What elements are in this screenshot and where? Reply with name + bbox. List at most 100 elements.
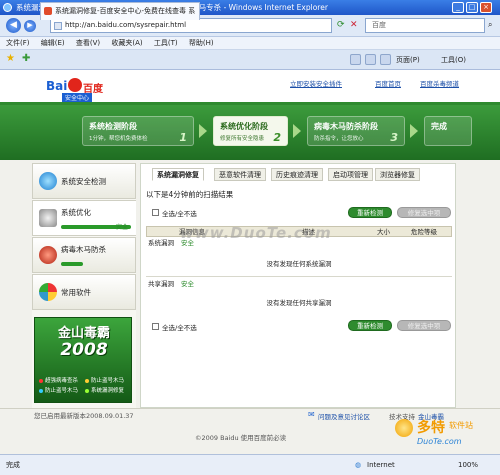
sidebar-item-detect[interactable]: 系统安全检测 <box>32 163 136 199</box>
chat-icon: ✉ <box>308 410 315 419</box>
banner-feature: 防止盗号木马 <box>45 388 79 394</box>
sidebar-item-label: 系统优化 <box>61 208 91 217</box>
baidu-favicon <box>44 7 52 15</box>
step-title: 系统优化阶段 <box>220 122 268 131</box>
address-url: http://an.baidu.com/sysrepair.html <box>65 21 187 29</box>
add-favorite-icon[interactable]: ✚ <box>22 53 30 64</box>
menu-help[interactable]: 帮助(H) <box>189 39 214 47</box>
tab-current[interactable]: 系统漏洞修复-百度安全中心-免费在线查毒 系 <box>40 2 200 20</box>
sidebar-item-antivirus[interactable]: 病毒木马防杀 <box>32 237 136 273</box>
dot-icon <box>85 388 89 393</box>
status-text: 完成 <box>6 461 20 469</box>
close-button[interactable]: × <box>480 2 492 13</box>
step-antivirus: 病毒木马防杀阶段 防杀指令，让您放心 3 <box>307 116 405 146</box>
baidu-logo[interactable]: Bai 百度 安全中心 <box>46 78 106 102</box>
forward-button[interactable]: ▶ <box>24 20 36 32</box>
software-icon <box>39 283 57 301</box>
paw-icon <box>68 78 82 92</box>
duote-name: 多特 <box>417 420 445 436</box>
duote-logo: 多特 软件站 DuoTe.com <box>395 417 500 455</box>
stop-icon[interactable]: ✕ <box>350 20 358 30</box>
step-number: 3 <box>390 131 398 144</box>
install-plugin-link[interactable]: 立即安装安全插件 <box>290 78 342 88</box>
fix-selected-button[interactable]: 修复选中项 <box>397 320 451 331</box>
step-sub: 1分钟，帮您机免费体检 <box>89 136 148 142</box>
dot-icon <box>39 378 43 383</box>
banner-title: 金山毒霸 <box>57 326 110 341</box>
kingsoft-antivirus-banner[interactable]: 金山毒霸 2008 超强病毒查杀 防止盗号木马 防止盗号木马 系统漏洞修复 <box>34 317 132 403</box>
banner-feature: 系统漏洞修复 <box>91 388 125 394</box>
step-arrow <box>199 124 207 138</box>
bug-icon <box>39 246 57 264</box>
empty-message: 没有发现任何系统漏洞 <box>146 251 452 277</box>
baidu-home-link[interactable]: 百度首页 <box>375 78 401 88</box>
rescan-button[interactable]: 重新检测 <box>348 207 392 218</box>
wrench-icon <box>39 209 57 227</box>
column-header: 危险等级 <box>411 228 437 236</box>
menu-file[interactable]: 文件(F) <box>6 39 30 47</box>
step-sub: 防杀指令，让您放心 <box>314 136 364 142</box>
address-bar[interactable]: http://an.baidu.com/sysrepair.html <box>50 18 332 33</box>
favorites-star-icon[interactable]: ★ <box>6 53 15 64</box>
antivirus-channel-link[interactable]: 百度杀毒频道 <box>420 78 459 88</box>
sidebar-item-software[interactable]: 常用软件 <box>32 274 136 310</box>
menu-edit[interactable]: 编辑(E) <box>41 39 65 47</box>
globe-icon: ◍ <box>355 461 362 469</box>
select-all-checkbox[interactable] <box>152 209 159 216</box>
tab-vuln-repair[interactable]: 系统漏洞修复 <box>152 168 204 181</box>
feedback-link[interactable]: 问题及意见讨论区 <box>318 411 370 421</box>
tab-browser-repair[interactable]: 浏览器修复 <box>375 168 420 181</box>
version-text: 您已启用最新版本2008.09.01.37 <box>34 412 134 420</box>
zoom-level[interactable]: 100% <box>458 455 478 475</box>
empty-message: 没有发现任何共享漏洞 <box>266 299 332 307</box>
minimize-button[interactable]: _ <box>452 2 464 13</box>
search-input[interactable]: 百度 <box>365 18 485 33</box>
watermark: www.DuoTe.com <box>180 224 332 242</box>
back-button[interactable]: ◀ <box>6 18 21 33</box>
refresh-icon[interactable]: ⟳ <box>337 20 345 30</box>
rescan-button[interactable]: 重新检测 <box>348 320 392 331</box>
select-all-checkbox[interactable] <box>152 323 159 330</box>
menu-favorites[interactable]: 收藏夹(A) <box>111 39 142 47</box>
feeds-icon[interactable] <box>365 54 376 65</box>
step-optimize: 系统优化阶段 修复所有安全隐患 2 <box>213 116 288 146</box>
tab-history-clean[interactable]: 历史痕迹清理 <box>271 168 323 181</box>
search-icon[interactable]: ⌕ <box>488 20 492 30</box>
step-title: 完成 <box>431 122 447 131</box>
print-icon[interactable] <box>380 54 391 65</box>
sidebar-item-label: 系统安全检测 <box>61 177 106 186</box>
zone-text: Internet <box>367 461 395 469</box>
step-arrow <box>410 124 418 138</box>
status-bar: 完成 ◍ Internet 100% <box>0 454 500 475</box>
step-title: 病毒木马防杀阶段 <box>314 122 378 131</box>
banner-year: 2008 <box>60 340 108 360</box>
tab-title: 系统漏洞修复-百度安全中心-免费在线查毒 系 <box>55 7 196 15</box>
logo-text-bai: Bai <box>46 79 68 93</box>
page-menu[interactable]: 页面(P) <box>396 55 420 65</box>
step-number: 2 <box>273 131 281 144</box>
tab-bar <box>0 50 500 70</box>
scan-result-text: 以下是4分钟前的扫描结果 <box>146 190 234 199</box>
step-detect: 系统检测阶段 1分钟，帮您机免费体检 1 <box>82 116 194 146</box>
menu-view[interactable]: 查看(V) <box>76 39 100 47</box>
magnifier-icon <box>39 172 57 190</box>
sidebar-item-optimize[interactable]: 系统优化 安全 <box>32 200 136 236</box>
step-sub: 修复所有安全隐患 <box>220 136 265 142</box>
fix-selected-button[interactable]: 修复选中项 <box>397 207 451 218</box>
tab-startup-manage[interactable]: 启动项管理 <box>328 168 373 181</box>
tab-malware-clean[interactable]: 恶意软件清理 <box>214 168 266 181</box>
ie-icon <box>3 3 12 12</box>
section-row: 共享漏洞 安全 <box>146 279 452 290</box>
progress-bar <box>61 262 83 266</box>
home-icon[interactable] <box>350 54 361 65</box>
select-all-label: 全选/全不选 <box>162 324 197 332</box>
sidebar-item-label: 病毒木马防杀 <box>61 245 106 254</box>
smiley-icon <box>395 419 413 437</box>
maximize-button[interactable]: □ <box>466 2 478 13</box>
tools-menu[interactable]: 工具(O) <box>441 55 466 65</box>
duote-site: DuoTe.com <box>417 437 462 446</box>
menu-tools[interactable]: 工具(T) <box>154 39 178 47</box>
step-title: 系统检测阶段 <box>89 122 137 131</box>
dot-icon <box>85 378 89 383</box>
step-number: 1 <box>179 131 187 144</box>
